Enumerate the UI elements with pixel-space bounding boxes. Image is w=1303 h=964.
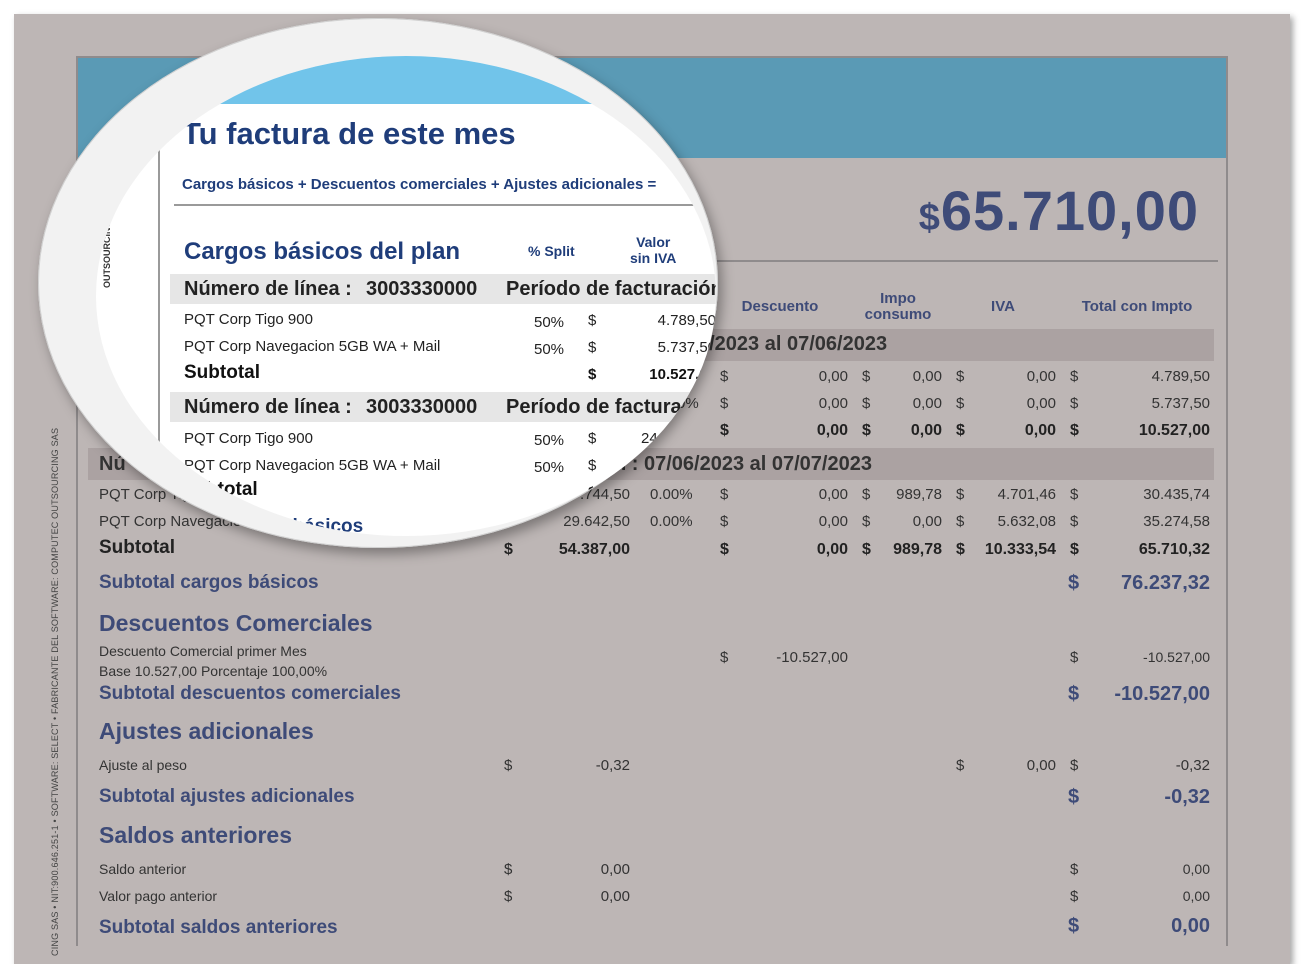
lens-periodo-2: Período de facturació (506, 396, 711, 418)
lens-subtotal-2: btotal (206, 479, 258, 500)
subtotal-descuentos-label: Subtotal descuentos comerciales (99, 683, 401, 704)
period-band-1-text: 6/2023 al 07/06/2023 (698, 333, 888, 355)
lens-title: Tu factura de este mes (182, 116, 516, 151)
descuentos-title: Descuentos Comerciales (99, 610, 373, 636)
lens-line-label-2: Número de línea : (184, 396, 352, 418)
lens-line-number: 3003330000 (366, 278, 478, 300)
subtotal-ajustes-value: -0,32 (1164, 786, 1210, 808)
subtotal-descuentos-value: -10.527,00 (1114, 683, 1210, 705)
lens-side-text: OUTSOURCING SAS (102, 199, 112, 288)
ajustes-title: Ajustes adicionales (99, 718, 314, 744)
lens-formula: Cargos básicos + Descuentos comerciales … (182, 176, 657, 193)
col-total-impto: Total con Impto (1081, 298, 1193, 315)
col-iva: IVA (991, 298, 1015, 315)
ajuste-line: Ajuste al peso (99, 757, 187, 773)
magnifier-content: OUTSOURCING SAS Tu factura de este mes C… (96, 56, 716, 536)
lens-periodo: Período de facturación : (506, 278, 716, 300)
ajuste-base: -0,32 (595, 757, 630, 774)
ajuste-iva: 0,00 (1026, 757, 1056, 774)
saldos-title: Saldos anteriores (99, 822, 293, 848)
descuento-line1: Descuento Comercial primer Mes (99, 643, 307, 659)
descuento-line2: Base 10.527,00 Porcentaje 100,00% (99, 663, 328, 679)
subtotal-saldos-value: 0,00 (1171, 915, 1210, 937)
descuento-total: -10.527,00 (1143, 649, 1210, 665)
subtotal-saldos-label: Subtotal saldos anteriores (99, 917, 338, 938)
side-legal-text: CING SAS • NIT:900.646.251-1 • SOFTWARE:… (50, 427, 60, 956)
lens-line-label: Número de línea : (184, 278, 352, 300)
lens-col-valor: Valor sin IVA (630, 234, 677, 266)
lens-col-split: % Split (528, 243, 575, 259)
descuento-value: -10.527,00 (776, 649, 848, 666)
magnifier-lens: OUTSOURCING SAS Tu factura de este mes C… (38, 18, 718, 548)
lens-section-title: Cargos básicos del plan (184, 238, 461, 265)
col-descuento: Descuento (741, 298, 819, 315)
col-impo-consumo: Impo consumo (864, 290, 932, 323)
lens-bottom-text: rgos básicos (246, 516, 364, 536)
invoice-total: $65.710,00 (918, 179, 1199, 242)
ajuste-total: -0,32 (1175, 757, 1210, 774)
subtotal-ajustes-label: Subtotal ajustes adicionales (99, 786, 355, 807)
subtotal-cargos-value: 76.237,32 (1121, 572, 1210, 594)
lens-line-number-2: 3003330000 (366, 396, 478, 418)
subtotal-cargos-label: Subtotal cargos básicos (99, 572, 319, 593)
